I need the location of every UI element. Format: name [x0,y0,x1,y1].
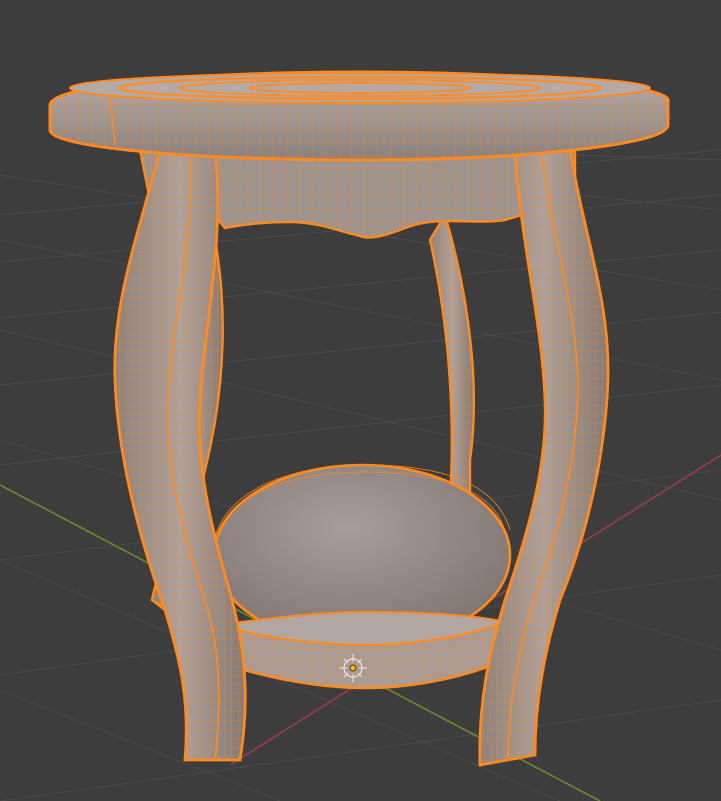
front-leg-right[interactable] [478,148,610,767]
back-leg-right[interactable] [428,212,476,502]
table-top[interactable] [48,70,670,162]
3d-viewport[interactable] [0,0,721,801]
stool-object[interactable] [48,70,670,767]
